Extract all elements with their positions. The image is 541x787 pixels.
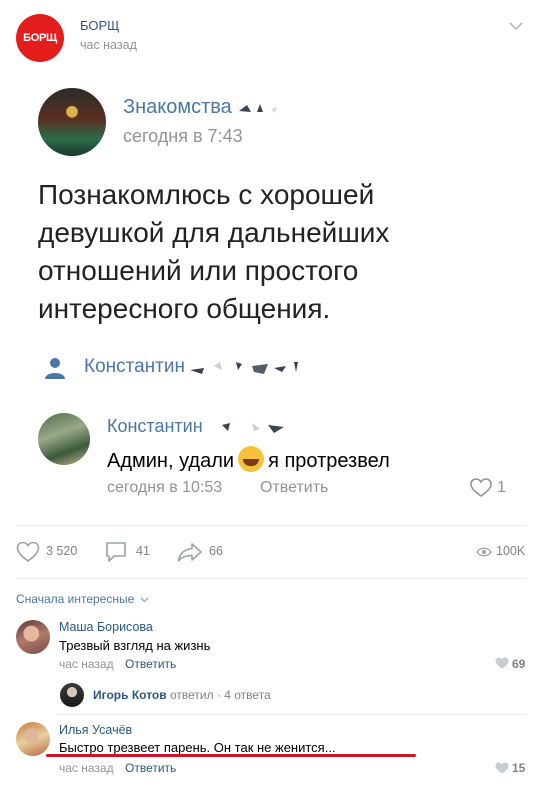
inner-group-name: Знакомства [123, 96, 285, 119]
comment-like-count: 69 [512, 657, 526, 671]
reply-button[interactable]: Ответить [125, 761, 176, 775]
inner-post-text: Познакомлюсь с хорошей девушкой для даль… [38, 179, 390, 324]
share-count[interactable]: 66 [209, 544, 223, 558]
comment-icon[interactable] [104, 541, 128, 563]
share-icon[interactable] [177, 541, 203, 563]
redacted-marks-icon [239, 103, 278, 113]
group-avatar[interactable]: БОРЩ [16, 14, 64, 62]
inner-group-avatar [38, 88, 106, 156]
eye-icon [476, 547, 492, 557]
divider [58, 714, 525, 715]
heart-icon[interactable] [16, 541, 40, 563]
group-avatar-text: БОРЩ [23, 32, 57, 44]
inner-comment-text: Админ, удали я протрезвел [107, 446, 390, 473]
reply-avatar[interactable] [60, 683, 84, 707]
user-icon [45, 358, 65, 379]
view-count: 100K [496, 544, 526, 558]
reply-button[interactable]: Ответить [125, 657, 176, 671]
comment-text: Трезвый взгляд на жизнь [59, 638, 211, 653]
comment-time[interactable]: час назад [59, 657, 114, 671]
chevron-down-icon[interactable] [508, 20, 524, 32]
laughing-emoji-icon [238, 446, 265, 472]
inner-comment-avatar [38, 413, 90, 465]
inner-comment-time: сегодня в 10:53 [107, 479, 223, 496]
commenter-avatar[interactable] [16, 620, 50, 654]
post-time[interactable]: час назад [80, 38, 137, 52]
highlight-underline [46, 754, 416, 757]
chevron-down-icon [140, 597, 149, 603]
commenter-avatar[interactable] [16, 722, 50, 756]
heart-icon[interactable] [495, 657, 509, 669]
inner-comment-name: Константин [107, 416, 298, 437]
redacted-marks-icon [190, 361, 299, 374]
heart-icon [470, 478, 492, 497]
thread-link[interactable]: Игорь Котов ответил · 4 ответа [93, 688, 271, 702]
inner-comment-like-count: 1 [497, 479, 506, 496]
comment-like-count: 15 [512, 761, 526, 775]
like-count[interactable]: 3 520 [46, 544, 77, 558]
redacted-marks-icon [221, 423, 284, 434]
commenter-name[interactable]: Илья Усачёв [59, 723, 132, 737]
comment-text: Быстро трезвеет парень. Он так не женитс… [59, 740, 336, 755]
comment-count[interactable]: 41 [136, 544, 150, 558]
commenter-name[interactable]: Маша Борисова [59, 620, 153, 634]
comment-time[interactable]: час назад [59, 761, 114, 775]
inner-comment-reply: Ответить [260, 479, 329, 496]
divider [16, 525, 525, 526]
inner-post-time: сегодня в 7:43 [123, 126, 243, 146]
divider [16, 578, 525, 579]
group-name-link[interactable]: БОРЩ [80, 18, 119, 33]
heart-icon[interactable] [495, 762, 509, 774]
inner-author-name: Константин [84, 356, 300, 378]
sort-dropdown[interactable]: Сначала интересные [16, 592, 149, 606]
